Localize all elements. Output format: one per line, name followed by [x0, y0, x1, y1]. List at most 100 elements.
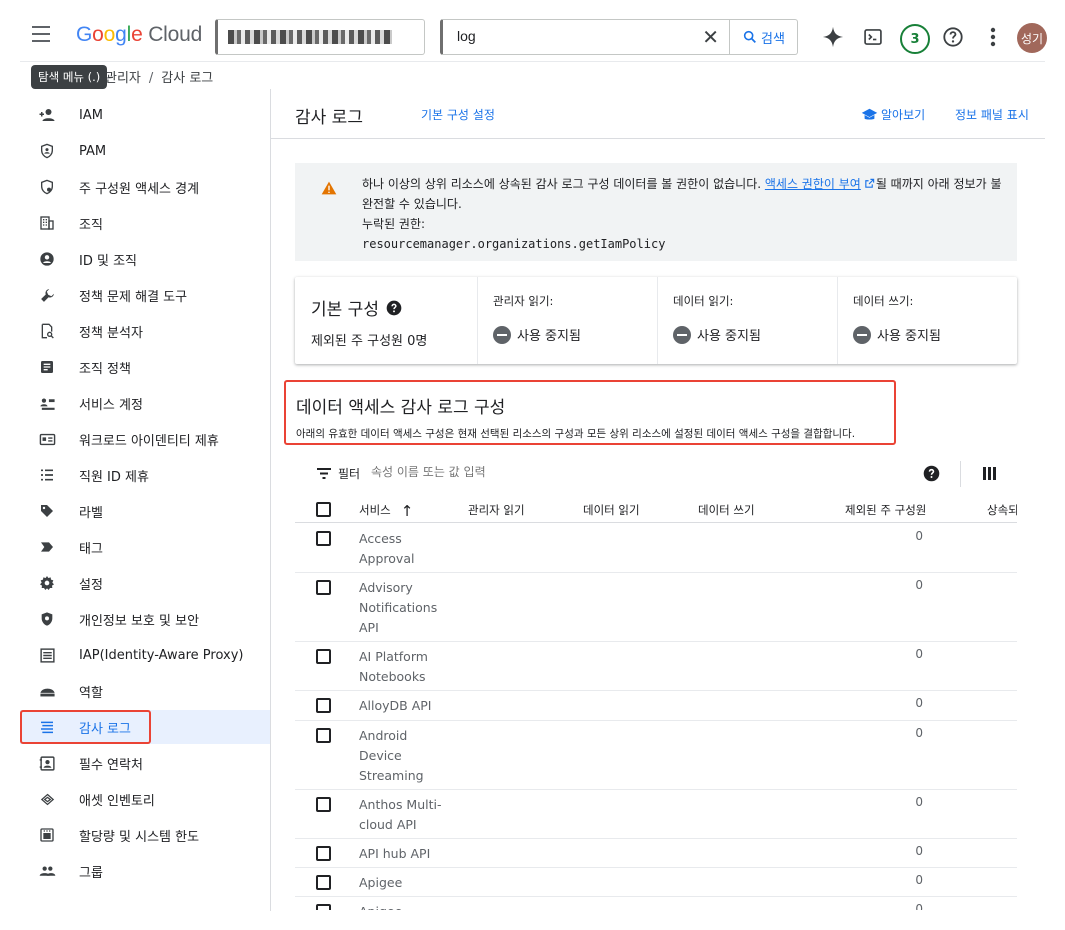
search-box: ✕ [440, 19, 730, 55]
sidebar-item-settings[interactable]: 설정 [20, 566, 270, 600]
page-title: 감사 로그 [295, 108, 363, 128]
table-row: AlloyDB API 0 [295, 691, 1017, 721]
sidebar-item-labels[interactable]: 라벨 [20, 494, 270, 528]
learn-link[interactable]: 알아보기 [861, 106, 925, 123]
id-card-icon [38, 430, 56, 448]
sidebar-item-audit-logs[interactable]: 감사 로그 [20, 710, 270, 744]
disabled-icon [493, 325, 511, 344]
document-icon [38, 358, 56, 376]
select-all-checkbox[interactable] [316, 502, 331, 517]
list-icon [38, 466, 56, 484]
search-button[interactable]: 검색 [730, 19, 798, 55]
contact-icon [38, 754, 56, 772]
help-icon[interactable] [923, 465, 940, 482]
excluded-count: 0 [915, 795, 923, 809]
group-icon [38, 862, 56, 880]
sidebar-item-workforce-identity-federation[interactable]: 직원 ID 제휴 [20, 458, 270, 492]
sidebar-item-iam[interactable]: IAM [20, 98, 270, 132]
row-checkbox[interactable] [316, 649, 331, 664]
sidebar-item-groups[interactable]: 그룹 [20, 854, 270, 888]
sidebar-item-roles[interactable]: 역할 [20, 674, 270, 708]
sidebar-item-workload-identity-federation[interactable]: 워크로드 아이덴티티 제휴 [20, 422, 270, 456]
missing-permission: resourcemanager.organizations.getIamPoli… [362, 237, 666, 251]
sidebar-item-pam[interactable]: PAM [20, 134, 270, 168]
data-read-status: 데이터 읽기: 사용 중지됨 [657, 277, 837, 364]
sidebar-item-principal-access-boundary[interactable]: 주 구성원 액세스 경계 [20, 170, 270, 204]
default-config-card: 기본 구성 제외된 주 구성원 0명 관리자 읽기: 사용 중지됨 데이터 읽기… [295, 277, 1017, 364]
column-excluded-principals[interactable]: 제외된 주 구성원 [845, 502, 926, 518]
excluded-count: 0 [915, 902, 923, 910]
project-picker[interactable] [215, 19, 425, 55]
privacy-shield-icon [38, 610, 56, 628]
default-config-link[interactable]: 기본 구성 설정 [421, 106, 495, 123]
google-cloud-logo[interactable]: Google Cloud [76, 23, 202, 47]
sidebar-item-identity-and-organization[interactable]: ID 및 조직 [20, 242, 270, 276]
breadcrumb-audit-log: 감사 로그 [161, 71, 214, 86]
access-boundary-icon [38, 178, 56, 196]
notification-count-badge[interactable]: 3 [900, 24, 930, 54]
help-icon[interactable] [941, 25, 965, 49]
sidebar-item-essential-contacts[interactable]: 필수 연락처 [20, 746, 270, 780]
row-checkbox[interactable] [316, 904, 331, 910]
column-admin-read[interactable]: 관리자 읽기 [468, 502, 525, 518]
person-add-icon [38, 106, 56, 124]
filter-icon[interactable] [317, 468, 331, 479]
sidebar-item-organization-policy[interactable]: 조직 정책 [20, 350, 270, 384]
sidebar-item-iap[interactable]: IAP(Identity-Aware Proxy) [20, 638, 270, 672]
sidebar-item-organization[interactable]: 조직 [20, 206, 270, 240]
sidebar-item-asset-inventory[interactable]: 애셋 인벤토리 [20, 782, 270, 816]
wrench-icon [38, 286, 56, 304]
column-service[interactable]: 서비스 ↑ [359, 502, 413, 520]
column-data-write[interactable]: 데이터 쓰기 [698, 502, 755, 518]
hamburger-menu-icon[interactable] [32, 26, 52, 48]
arrow-up-icon: ↑ [400, 502, 414, 520]
help-icon[interactable] [386, 300, 402, 316]
sidebar-item-tags[interactable]: 태그 [20, 530, 270, 564]
gemini-sparkle-icon[interactable] [821, 25, 845, 49]
data-access-section-header: 데이터 액세스 감사 로그 구성 아래의 유효한 데이터 액세스 구성은 현재 … [284, 380, 896, 445]
row-checkbox[interactable] [316, 797, 331, 812]
sidebar-item-quotas-and-limits[interactable]: 할당량 및 시스템 한도 [20, 818, 270, 852]
filter-input[interactable] [371, 465, 671, 479]
sidebar-item-policy-analyzer[interactable]: 정책 분석자 [20, 314, 270, 348]
more-vert-icon[interactable] [981, 25, 1005, 49]
filter-label[interactable]: 필터 [338, 465, 360, 482]
sidebar-item-service-accounts[interactable]: 서비스 계정 [20, 386, 270, 420]
excluded-count: 0 [915, 647, 923, 661]
service-name: Apigee [359, 902, 449, 910]
breadcrumb: 관리자 / 감사 로그 [105, 71, 214, 86]
row-checkbox[interactable] [316, 875, 331, 890]
row-checkbox[interactable] [316, 580, 331, 595]
row-checkbox[interactable] [316, 846, 331, 861]
top-bar: Google Cloud ✕ 검색 3 성기 [20, 0, 1047, 62]
sidebar-item-privacy-and-security[interactable]: 개인정보 보호 및 보안 [20, 602, 270, 636]
excluded-count: 0 [915, 696, 923, 710]
policy-analyzer-icon [38, 322, 56, 340]
avatar[interactable]: 성기 [1017, 23, 1047, 53]
quota-icon [38, 826, 56, 844]
service-name: Access Approval [359, 531, 415, 566]
excluded-count: 0 [915, 529, 923, 543]
cloud-shell-terminal-icon[interactable] [861, 25, 885, 49]
grant-access-link[interactable]: 액세스 권한이 부여 [765, 177, 861, 191]
row-checkbox[interactable] [316, 531, 331, 546]
service-name: Apigee [359, 875, 403, 890]
table-row: Apigee 0 [295, 897, 1017, 910]
show-info-panel-link[interactable]: 정보 패널 표시 [955, 106, 1029, 123]
column-display-icon[interactable] [983, 467, 996, 480]
sidebar-item-policy-troubleshooter[interactable]: 정책 문제 해결 도구 [20, 278, 270, 312]
column-data-read[interactable]: 데이터 읽기 [583, 502, 640, 518]
open-in-new-icon [865, 178, 875, 188]
service-name: AlloyDB API [359, 698, 432, 713]
breadcrumb-admin[interactable]: 관리자 [105, 71, 141, 86]
divider [960, 461, 961, 487]
close-icon[interactable]: ✕ [702, 27, 719, 47]
column-inherited[interactable]: 상속되 [987, 502, 1017, 518]
row-checkbox[interactable] [316, 698, 331, 713]
table-row: Android Device Streaming 0 [295, 721, 1017, 790]
row-checkbox[interactable] [316, 728, 331, 743]
table-row: Access Approval 0 [295, 524, 1017, 573]
permission-warning: 하나 이상의 상위 리소스에 상속된 감사 로그 구성 데이터를 볼 권한이 없… [295, 163, 1017, 261]
search-input[interactable] [457, 28, 687, 44]
service-name: AI Platform Notebooks [359, 649, 428, 684]
